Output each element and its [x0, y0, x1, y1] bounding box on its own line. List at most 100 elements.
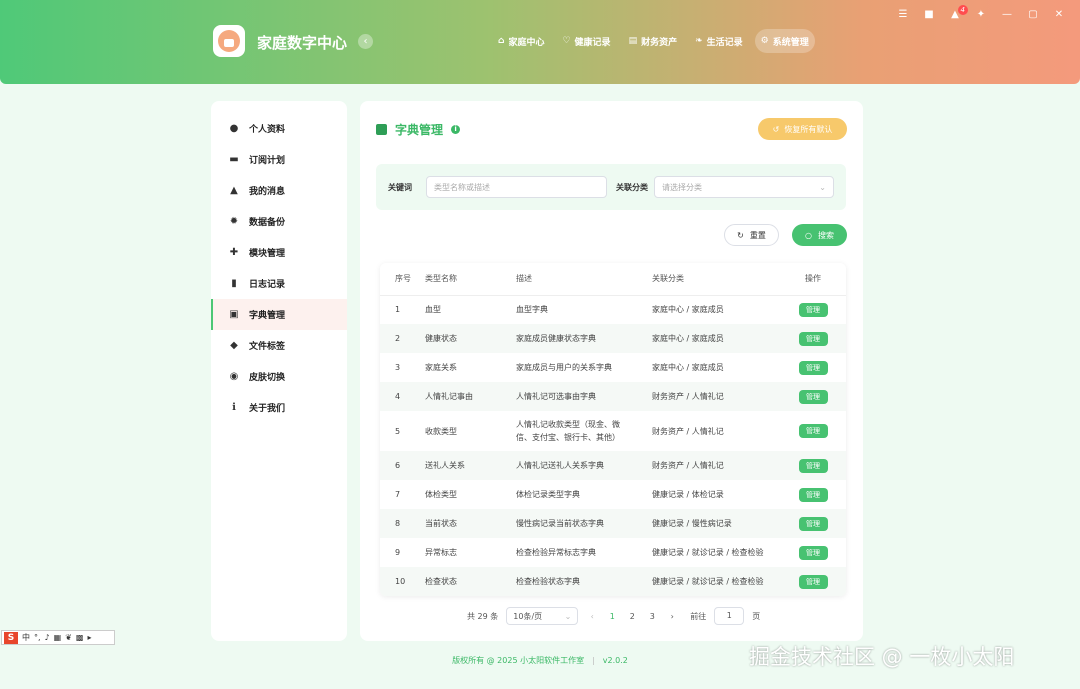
table-row: 6 送礼人关系 人情礼记送礼人关系字典 财务资产 / 人情礼记 管理	[380, 451, 846, 480]
manage-button[interactable]: 管理	[798, 516, 828, 531]
info-icon: ℹ	[232, 402, 236, 413]
keyword-input[interactable]: 类型名称或描述	[426, 176, 607, 198]
next-page-button[interactable]: ›	[666, 612, 678, 621]
chevron-down-icon: ⌄	[819, 182, 826, 192]
manage-button[interactable]: 管理	[798, 458, 828, 473]
manage-button[interactable]: 管理	[798, 360, 828, 375]
skin-icon[interactable]: ❦	[65, 633, 72, 642]
manage-button[interactable]: 管理	[798, 424, 828, 438]
sidebar-item-dictionary[interactable]: ▣ 字典管理	[211, 299, 347, 330]
bell-icon: ▲	[230, 185, 238, 196]
table-row: 9 异常标志 检查检验异常标志字典 健康记录 / 就诊记录 / 检查检验 管理	[380, 538, 846, 567]
file-icon: ▮	[231, 278, 237, 289]
punct-icon[interactable]: °,	[34, 633, 41, 642]
table-row: 8 当前状态 慢性病记录当前状态字典 健康记录 / 慢性病记录 管理	[380, 509, 846, 538]
prev-page-button[interactable]: ‹	[586, 612, 598, 621]
page-2[interactable]: 2	[626, 612, 638, 621]
manage-button[interactable]: 管理	[798, 574, 828, 589]
gear-icon: ✹	[229, 216, 239, 227]
toolbox-icon[interactable]: ▩	[76, 633, 84, 642]
sidebar-item-file-tags[interactable]: ◆ 文件标签	[211, 330, 347, 361]
ime-toolbar: S 中 °, ♪ ▦ ❦ ▩ ▸	[1, 630, 115, 645]
info-icon[interactable]: i	[451, 125, 461, 134]
home-icon: ⌂	[498, 36, 505, 46]
sidebar-item-subscription[interactable]: ▬ 订阅计划	[211, 144, 347, 175]
sidebar-item-modules[interactable]: ✚ 模块管理	[211, 237, 347, 268]
table-row: 7 体检类型 体检记录类型字典 健康记录 / 体检记录 管理	[380, 480, 846, 509]
table-row: 4 人情礼记事由 人情礼记可选事由字典 财务资产 / 人情礼记 管理	[380, 382, 846, 411]
app-header: 家庭数字中心 ‹ ⌂ 家庭中心 ♡ 健康记录 ▤ 财务资产 ❧ 生活记录 ⚙ 系统管理 ☰…	[0, 0, 1080, 84]
watermark: 掘金技术社区 @ 一枚小太阳	[749, 645, 1015, 669]
palette-icon: ◉	[229, 371, 239, 382]
pagination: 共 29 条 10条/页 ⌄ ‹ 1 2 3 › 前往 1 页	[467, 607, 760, 625]
maximize-icon[interactable]: ▢	[1026, 9, 1040, 20]
category-select[interactable]: 请选择分类 ⌄	[654, 176, 834, 198]
search-icon: ○	[805, 230, 812, 240]
sidebar-item-messages[interactable]: ▲ 我的消息	[211, 175, 347, 206]
keyword-label: 关键词	[388, 182, 412, 192]
col-header-category: 关联分类	[640, 263, 780, 296]
reset-button[interactable]: ↻ 重置	[724, 224, 779, 246]
page-3[interactable]: 3	[646, 612, 658, 621]
app-title: 家庭数字中心	[257, 34, 348, 52]
more-icon[interactable]: ▸	[87, 633, 91, 642]
heart-icon: ♡	[562, 36, 571, 46]
page-1[interactable]: 1	[606, 612, 618, 621]
chevron-down-icon: ⌄	[564, 611, 572, 621]
book-icon: ▣	[229, 309, 239, 320]
wallet-icon: ▤	[628, 36, 638, 46]
col-header-desc: 描述	[504, 263, 640, 296]
manage-button[interactable]: 管理	[798, 302, 828, 317]
restore-defaults-button[interactable]: ↺ 恢复所有默认	[758, 118, 847, 140]
version: v2.0.2	[602, 656, 628, 665]
close-icon[interactable]: ✕	[1052, 9, 1066, 20]
nav-finance[interactable]: ▤ 财务资产	[623, 29, 684, 53]
manage-button[interactable]: 管理	[798, 487, 828, 502]
mic-icon[interactable]: ♪	[45, 633, 50, 642]
undo-icon: ↺	[772, 124, 780, 134]
window-controls: ☰ ■ ▲ 4 ✦ — ▢ ✕	[896, 5, 1066, 20]
col-header-no: 序号	[380, 263, 413, 296]
nav-home[interactable]: ⌂ 家庭中心	[492, 29, 550, 53]
user-icon: ●	[229, 123, 239, 134]
page-title: 字典管理 i	[376, 121, 461, 138]
table-row: 5 收款类型 人情礼记收款类型（现金、微信、支付宝、银行卡、其他） 财务资产 /…	[380, 411, 846, 451]
page-suffix: 页	[752, 611, 761, 621]
table-row: 10 检查状态 检查检验状态字典 健康记录 / 就诊记录 / 检查检验 管理	[380, 567, 846, 596]
table-header: 序号 类型名称 描述 关联分类 操作	[380, 263, 846, 296]
manage-button[interactable]: 管理	[798, 389, 828, 404]
page-size-select[interactable]: 10条/页 ⌄	[506, 607, 579, 625]
table-row: 1 血型 血型字典 家庭中心 / 家庭成员 管理	[380, 295, 846, 324]
goto-page-input[interactable]: 1	[714, 607, 745, 625]
manage-button[interactable]: 管理	[798, 545, 828, 560]
keyboard-icon[interactable]: ▦	[54, 633, 62, 642]
collapse-sidebar-button[interactable]: ‹	[358, 34, 373, 49]
notification-bell-icon[interactable]: ▲ 4	[948, 5, 968, 20]
sidebar-item-skin[interactable]: ◉ 皮肤切换	[211, 361, 347, 392]
pin-icon[interactable]: ✦	[974, 9, 988, 20]
lock-icon[interactable]: ■	[922, 9, 936, 20]
copyright: 版权所有 @ 2025 小太阳软件工作室	[452, 656, 585, 665]
minimize-icon[interactable]: —	[1000, 9, 1014, 20]
dictionary-table: 序号 类型名称 描述 关联分类 操作 1 血型 血型字典 家庭中心 / 家庭成员…	[380, 263, 846, 596]
leaf-icon: ❧	[695, 36, 703, 46]
sidebar-item-profile[interactable]: ● 个人资料	[211, 113, 347, 144]
sidebar-item-about[interactable]: ℹ 关于我们	[211, 392, 347, 423]
total-count: 共 29 条	[467, 611, 499, 621]
filter-panel: 关键词 类型名称或描述 关联分类 请选择分类 ⌄	[376, 164, 846, 210]
nav-system[interactable]: ⚙ 系统管理	[754, 29, 815, 53]
app-logo	[213, 25, 245, 57]
manage-button[interactable]: 管理	[798, 331, 828, 346]
col-header-action: 操作	[780, 263, 846, 296]
tag-icon: ◆	[230, 340, 238, 351]
sidebar-item-logs[interactable]: ▮ 日志记录	[211, 268, 347, 299]
col-header-name: 类型名称	[413, 263, 504, 296]
sidebar-item-backup[interactable]: ✹ 数据备份	[211, 206, 347, 237]
search-button[interactable]: ○ 搜索	[792, 224, 847, 246]
ime-lang[interactable]: 中	[22, 632, 30, 643]
nav-life[interactable]: ❧ 生活记录	[689, 29, 749, 53]
nav-health[interactable]: ♡ 健康记录	[556, 29, 616, 53]
notification-badge: 4	[957, 5, 968, 15]
card-icon: ▬	[229, 154, 239, 165]
settings-sliders-icon[interactable]: ☰	[896, 9, 910, 20]
